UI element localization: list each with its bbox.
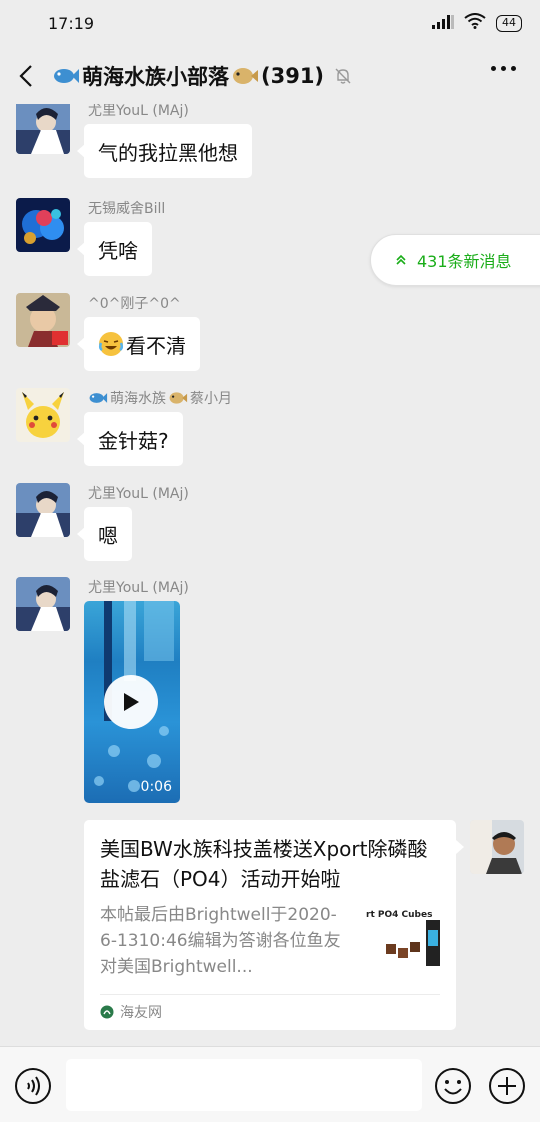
clock: 17:19 xyxy=(48,13,95,33)
avatar[interactable] xyxy=(16,388,70,442)
sender-name: 无锡威舍Bill xyxy=(88,201,166,217)
avatar[interactable] xyxy=(16,293,70,347)
sender-name: 尤里YouL (MAj) xyxy=(88,486,189,502)
avatar[interactable] xyxy=(16,483,70,537)
link-card-description: 本帖最后由Brightwell于2020-6-1310:46编辑为答谢各位鱼友对… xyxy=(100,905,341,977)
plus-circle-icon xyxy=(489,1068,525,1104)
avatar[interactable] xyxy=(16,198,70,252)
source-logo-icon xyxy=(100,1005,114,1019)
fish-emoji-icon xyxy=(88,391,108,405)
my-avatar[interactable] xyxy=(470,820,524,874)
status-bar: 17:19 44 xyxy=(0,0,540,46)
fish-emoji-icon xyxy=(52,66,80,86)
emoji-button[interactable] xyxy=(434,1067,472,1109)
sender-name: ^0^刚子^0^ xyxy=(88,296,181,312)
message-bubble[interactable]: 金针菇? xyxy=(77,412,183,466)
back-button[interactable] xyxy=(0,48,52,104)
link-card-source: 海友网 xyxy=(100,1002,162,1022)
signal-icon xyxy=(432,14,454,33)
input-bar xyxy=(0,1046,540,1122)
message-bubble[interactable]: 看不清 xyxy=(77,317,200,371)
member-count: (391) xyxy=(261,64,325,88)
link-card-title: 美国BW水族科技盖楼送Xport除磷酸盐滤石（PO4）活动开始啦 xyxy=(100,837,428,891)
voice-input-button[interactable] xyxy=(14,1067,52,1109)
more-functions-button[interactable] xyxy=(488,1067,526,1109)
status-icons: 44 xyxy=(432,13,522,33)
message-bubble[interactable]: 嗯 xyxy=(77,507,132,561)
play-icon xyxy=(124,693,139,711)
chat-title[interactable]: 萌海水族小部落 (391) xyxy=(52,61,352,91)
new-messages-button[interactable]: 431条新消息 xyxy=(370,234,540,286)
message-item: 尤里YouL (MAj) 0:06 xyxy=(16,577,476,807)
dot-icon xyxy=(511,66,516,71)
message-bubble[interactable]: 气的我拉黑他想 xyxy=(77,124,252,178)
pufferfish-emoji-icon xyxy=(168,391,188,405)
message-bubble[interactable]: 凭啥 xyxy=(77,222,152,276)
new-messages-label: 431条新消息 xyxy=(417,252,512,271)
avatar[interactable] xyxy=(16,104,70,154)
source-name: 海友网 xyxy=(120,1005,162,1021)
sender-name: 萌海水族 蔡小月 xyxy=(88,388,232,408)
battery-indicator: 44 xyxy=(496,14,522,32)
divider xyxy=(100,994,440,995)
more-options-button[interactable] xyxy=(491,66,516,71)
crying-laugh-emoji-icon xyxy=(98,331,124,357)
chevron-left-icon xyxy=(19,65,32,87)
voice-icon xyxy=(15,1068,51,1104)
mute-bell-icon xyxy=(334,67,352,85)
link-card-thumbnail: rt PO4 Cubes xyxy=(366,910,442,970)
video-duration: 0:06 xyxy=(140,779,172,795)
dot-icon xyxy=(501,66,506,71)
group-name: 萌海水族小部落 xyxy=(82,65,229,89)
sender-name-suffix: 蔡小月 xyxy=(190,391,232,407)
thumbnail-text: rt PO4 Cubes xyxy=(366,910,433,920)
sender-name: 尤里YouL (MAj) xyxy=(88,104,189,119)
link-card-message[interactable]: 美国BW水族科技盖楼送Xport除磷酸盐滤石（PO4）活动开始啦 本帖最后由Br… xyxy=(84,820,464,1030)
pufferfish-emoji-icon xyxy=(231,66,259,86)
play-button[interactable] xyxy=(104,675,158,729)
message-text: 看不清 xyxy=(126,333,186,358)
chat-header: 萌海水族小部落 (391) xyxy=(0,48,540,104)
product-image xyxy=(386,920,440,966)
sender-name-prefix: 萌海水族 xyxy=(110,391,166,407)
video-message[interactable]: 0:06 xyxy=(84,601,180,803)
message-input[interactable] xyxy=(66,1059,422,1111)
double-chevron-up-icon xyxy=(396,254,406,265)
smiley-icon xyxy=(435,1068,471,1104)
wifi-icon xyxy=(464,13,486,33)
dot-icon xyxy=(491,66,496,71)
avatar[interactable] xyxy=(16,577,70,631)
sender-name: 尤里YouL (MAj) xyxy=(88,580,189,596)
